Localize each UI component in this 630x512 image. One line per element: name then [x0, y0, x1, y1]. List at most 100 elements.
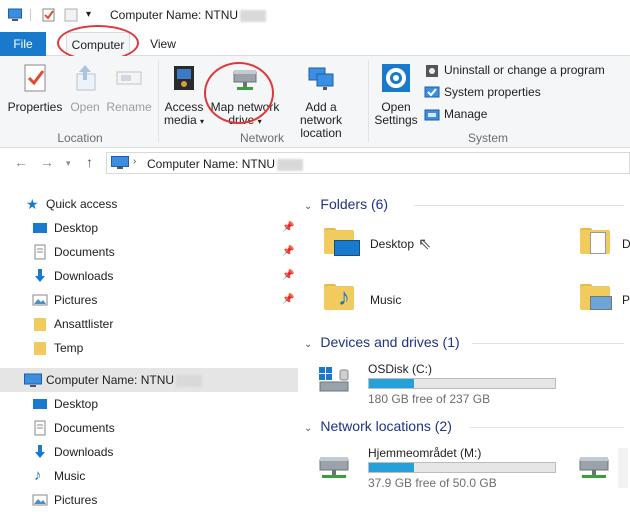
divider: [470, 427, 624, 428]
group-label-network: Network: [239, 131, 284, 145]
nav-label: Pictures: [54, 493, 98, 507]
nav-item-pictures[interactable]: Pictures 📌: [0, 288, 298, 312]
nav-item-ansattlister[interactable]: Ansattlister: [0, 312, 298, 336]
pictures-folder-icon: [580, 284, 612, 310]
folder-item-pictures[interactable]: P: [576, 282, 630, 322]
tab-file[interactable]: File: [0, 32, 46, 56]
computer-icon: [24, 373, 42, 387]
computer-icon[interactable]: [8, 8, 22, 22]
nav-item-pc-music[interactable]: ♪ Music: [0, 464, 298, 488]
ribbon-tabs: File Computer View: [0, 32, 630, 57]
nav-item-pc-pictures[interactable]: Pictures: [0, 488, 298, 512]
section-header: Network locations (2): [320, 418, 452, 434]
nav-label: Documents: [54, 421, 115, 435]
ribbon-separator: [158, 60, 159, 142]
network-location-icon: [308, 67, 334, 90]
pin-icon: 📌: [282, 270, 295, 281]
network-item-second[interactable]: [576, 444, 630, 492]
nav-item-temp[interactable]: Temp: [0, 336, 298, 360]
drive-label: OSDisk (C:): [368, 362, 432, 376]
nav-label: Downloads: [54, 269, 114, 283]
rename-button[interactable]: Rename: [106, 62, 152, 114]
network-item-hjemmeomradet[interactable]: Hjemmeområdet (M:) 37.9 GB free of 50.0 …: [316, 444, 574, 492]
desktop-icon: [33, 399, 47, 409]
documents-folder-icon: [580, 228, 610, 254]
access-media-label: Access media ▾: [163, 100, 205, 127]
section-folders[interactable]: ⌄ Folders (6): [304, 196, 630, 212]
pin-icon: 📌: [282, 246, 295, 257]
documents-icon: [34, 244, 46, 260]
open-settings-label: Open Settings: [374, 100, 418, 127]
pin-icon: 📌: [282, 294, 295, 305]
mouse-cursor-icon: ⇖: [418, 236, 432, 253]
group-label-location: Location: [57, 131, 103, 145]
desktop-folder-icon: [324, 228, 360, 256]
recent-locations-icon[interactable]: ▾: [66, 158, 71, 169]
map-network-drive-label: Map network drive ▾: [210, 100, 280, 127]
nav-label: Desktop: [54, 397, 99, 411]
chevron-down-icon: ⌄: [304, 201, 313, 212]
map-network-drive-button[interactable]: Map network drive ▾: [208, 62, 282, 128]
network-drive-icon: [319, 457, 349, 478]
tab-view[interactable]: View: [142, 32, 184, 56]
nav-item-quick-access[interactable]: ★ Quick access: [0, 192, 298, 216]
properties-button[interactable]: Properties: [6, 62, 64, 114]
divider: [414, 205, 624, 206]
back-arrow-icon[interactable]: ←: [14, 154, 28, 170]
folder-item-desktop[interactable]: Desktop: [322, 226, 422, 266]
properties-label: Properties: [7, 100, 63, 114]
forward-arrow-icon[interactable]: →: [40, 154, 54, 170]
section-devices[interactable]: ⌄ Devices and drives (1): [304, 334, 630, 350]
access-media-button[interactable]: Access media ▾: [162, 62, 206, 128]
gear-icon: [382, 64, 410, 92]
nav-item-this-pc[interactable]: Computer Name: NTNU: [0, 368, 298, 392]
network-drive-usage-bar: [368, 462, 556, 473]
section-network-locations[interactable]: ⌄ Network locations (2): [304, 418, 630, 434]
drive-usage-fill: [369, 379, 414, 388]
cropped-item-edge: [618, 448, 628, 488]
folder-item-music[interactable]: ♪ Music: [322, 282, 422, 322]
nav-item-pc-downloads[interactable]: Downloads: [0, 440, 298, 464]
customize-qat-icon[interactable]: ▾: [86, 9, 91, 20]
network-drive-label: Hjemmeområdet (M:): [368, 446, 482, 460]
address-bar[interactable]: › Computer Name: NTNU: [106, 152, 630, 174]
tab-computer[interactable]: Computer: [66, 32, 130, 57]
open-settings-button[interactable]: Open Settings: [372, 62, 420, 127]
computer-icon: [111, 156, 129, 169]
uninstall-label: Uninstall or change a program: [444, 63, 605, 77]
nav-item-pc-documents[interactable]: Documents: [0, 416, 298, 440]
add-network-location-button[interactable]: Add a network location: [284, 62, 358, 140]
breadcrumb[interactable]: Computer Name: NTNU: [147, 157, 304, 171]
open-button[interactable]: Open: [66, 62, 104, 114]
manage-button[interactable]: Manage: [424, 106, 487, 124]
desktop-icon: [33, 223, 47, 233]
content-pane: ⌄ Folders (6) Desktop ⇖ D ♪ Music P ⌄ Devi…: [298, 186, 630, 508]
system-properties-button[interactable]: System properties: [424, 84, 541, 102]
new-folder-icon[interactable]: [64, 8, 78, 22]
nav-item-downloads[interactable]: Downloads 📌: [0, 264, 298, 288]
drive-item-osdisk[interactable]: OSDisk (C:) 180 GB free of 237 GB: [316, 360, 626, 408]
chevron-down-icon: ⌄: [304, 423, 313, 434]
nav-label: Documents: [54, 245, 115, 259]
up-arrow-icon[interactable]: ↑: [86, 154, 93, 170]
folder-item-documents[interactable]: D: [576, 226, 630, 266]
music-folder-icon: ♪: [324, 284, 354, 310]
media-icon: [174, 66, 194, 90]
folder-label: D: [622, 237, 630, 251]
system-properties-icon: [424, 86, 440, 98]
network-drive-usage-fill: [369, 463, 414, 472]
uninstall-program-button[interactable]: Uninstall or change a program: [424, 62, 605, 80]
window-title: Computer Name: NTNU: [110, 8, 267, 22]
documents-icon: [34, 420, 46, 436]
title-bar: ▾ Computer Name: NTNU: [0, 0, 630, 32]
properties-icon[interactable]: [42, 8, 56, 22]
navigation-pane: ★ Quick access Desktop 📌 Documents 📌 Downl…: [0, 186, 298, 508]
rename-icon: [116, 71, 142, 85]
nav-item-pc-desktop[interactable]: Desktop: [0, 392, 298, 416]
pin-icon: 📌: [282, 222, 295, 233]
chevron-down-icon: ⌄: [304, 339, 313, 350]
nav-item-desktop[interactable]: Desktop 📌: [0, 216, 298, 240]
nav-item-documents[interactable]: Documents 📌: [0, 240, 298, 264]
breadcrumb-separator-icon[interactable]: ›: [133, 156, 136, 167]
music-note-icon: ♪: [34, 467, 42, 484]
